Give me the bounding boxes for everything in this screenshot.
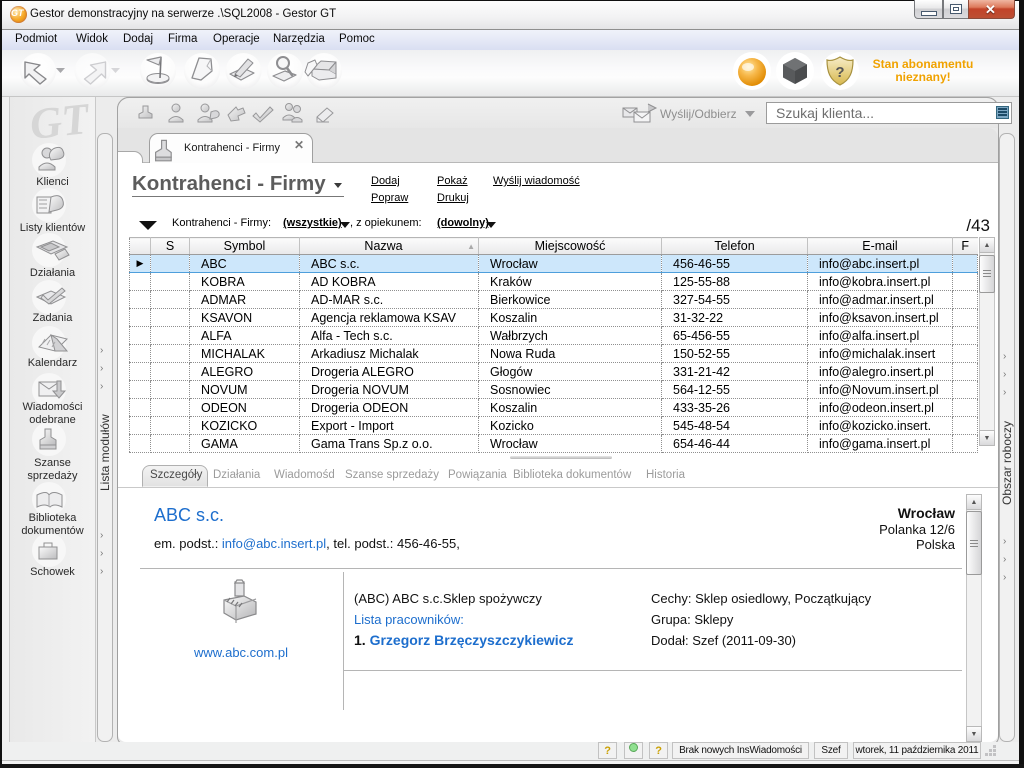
- svg-text:?: ?: [835, 64, 844, 81]
- svg-text:nieznany!: nieznany!: [895, 70, 950, 84]
- svg-text:Stan abonamentu: Stan abonamentu: [873, 57, 974, 71]
